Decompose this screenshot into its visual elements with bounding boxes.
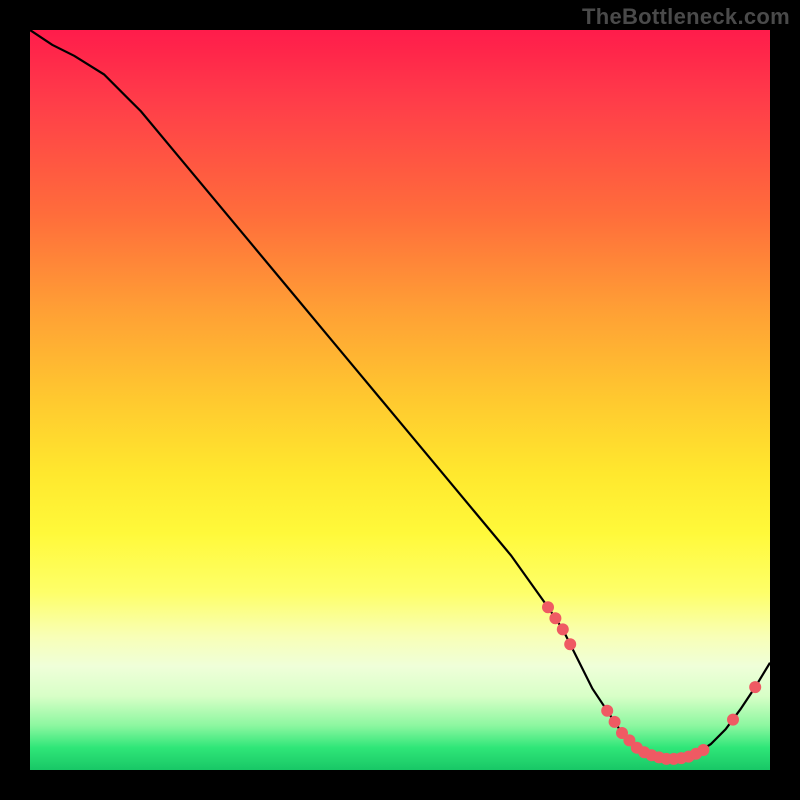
marker-point xyxy=(609,716,621,728)
marker-point xyxy=(727,714,739,726)
marker-point xyxy=(549,612,561,624)
marker-point xyxy=(557,623,569,635)
bottleneck-curve xyxy=(30,30,770,759)
marker-point xyxy=(749,681,761,693)
marker-point xyxy=(601,705,613,717)
marker-point xyxy=(564,638,576,650)
marker-group xyxy=(542,601,761,765)
watermark-text: TheBottleneck.com xyxy=(582,4,790,30)
chart-overlay xyxy=(30,30,770,770)
marker-point xyxy=(697,744,709,756)
marker-point xyxy=(542,601,554,613)
chart-frame: TheBottleneck.com xyxy=(0,0,800,800)
